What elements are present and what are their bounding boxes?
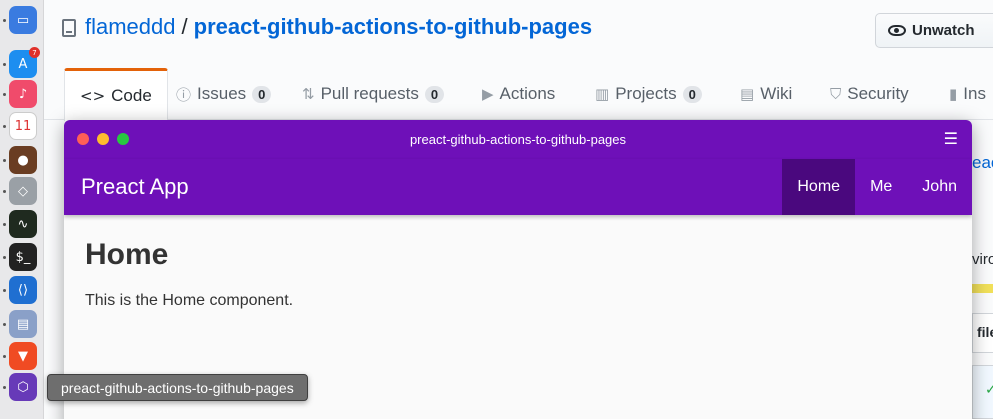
files-button-fragment[interactable]: file [972,313,993,353]
running-indicator [3,190,6,193]
tab-insights-label: Ins [963,84,986,103]
page-heading: Home [85,238,169,271]
app-nav: Home Me John [782,159,972,215]
tab-code[interactable]: <> Code [64,68,168,121]
issues-counter: 0 [252,85,272,103]
dock: ▭ A 7 ♪ 11 ● ◇ ∿ $_ ⟨⟩ ▤ ▼ ⬡ [0,0,44,419]
running-indicator [3,355,6,358]
nav-home-link[interactable]: Home [782,159,856,215]
sidebar-link-fragment[interactable]: eac [972,153,993,173]
code-icon: <> [80,87,106,105]
running-indicator [3,159,6,162]
running-indicator [3,386,6,389]
nav-john-link[interactable]: John [907,159,972,215]
repo-tabs: <> Code ⓘ Issues 0 ⇅ Pull requests 0 ▶ A… [44,68,993,121]
play-icon: ▶ [482,85,494,103]
pull-request-icon: ⇅ [302,85,315,103]
tab-actions-label: Actions [499,84,556,103]
running-indicator [3,93,6,96]
tab-insights[interactable]: ▮ Ins [949,68,986,120]
tab-code-label: Code [111,86,152,105]
unwatch-button[interactable]: Unwatch [875,13,993,48]
dock-music-icon[interactable]: ♪ [9,80,37,108]
repo-icon [62,19,76,37]
dock-activity-monitor-icon[interactable]: ∿ [9,210,37,238]
graph-icon: ▮ [949,85,958,103]
hamburger-menu-icon[interactable]: ☰ [944,129,958,148]
app-content: Home This is the Home component. [85,238,952,310]
dock-preview-icon[interactable]: ▤ [9,310,37,338]
notification-badge: 7 [29,47,40,58]
running-indicator [3,125,6,128]
running-indicator [3,323,6,326]
dock-postico-icon[interactable]: ● [9,146,37,174]
tab-security-label: Security [847,84,909,103]
nav-me-link[interactable]: Me [855,159,907,215]
tab-pull-requests[interactable]: ⇅ Pull requests 0 [302,68,445,120]
tab-projects[interactable]: ▥ Projects 0 [595,68,702,120]
screen: ▭ A 7 ♪ 11 ● ◇ ∿ $_ ⟨⟩ ▤ ▼ ⬡ flameddd / preact-github-… [0,0,993,419]
issue-icon: ⓘ [176,85,192,104]
tab-actions[interactable]: ▶ Actions [482,68,555,120]
page-body-text: This is the Home component. [85,292,294,309]
dock-calendar-icon[interactable]: 11 [9,112,37,140]
running-indicator [3,289,6,292]
projects-counter: 0 [682,85,702,103]
dock-terminal-icon[interactable]: $_ [9,243,37,271]
repo-owner-link[interactable]: flameddd [85,14,176,39]
repo-separator: / [181,14,188,39]
dock-preact-app-icon[interactable]: ⬡ [9,373,37,401]
running-indicator [3,19,6,22]
eye-icon [888,25,906,36]
repo-name-link[interactable]: preact-github-actions-to-github-pages [194,14,592,39]
dock-app-store-icon[interactable]: A7 [9,47,40,78]
app-brand: Preact App [81,174,189,199]
language-bar [972,284,993,293]
running-indicator [3,223,6,226]
tab-projects-label: Projects [615,84,677,103]
running-indicator [3,63,6,66]
dock-keynote-icon[interactable]: ▭ [9,6,37,34]
tab-pull-requests-label: Pull requests [320,84,419,103]
project-icon: ▥ [595,85,610,103]
unwatch-label: Unwatch [912,22,975,39]
check-icon: ✓ [972,365,993,419]
repo-header: flameddd / preact-github-actions-to-github… [44,0,993,68]
app-header: Preact App Home Me John [64,159,972,215]
window-titlebar[interactable]: preact-github-actions-to-github-pages ☰ [64,120,972,159]
dock-brave-icon[interactable]: ▼ [9,342,37,370]
environment-text-fragment: viro [972,251,993,268]
tab-security[interactable]: ⛉ Security [830,68,909,120]
running-indicator [3,256,6,259]
tab-issues[interactable]: ⓘ Issues 0 [176,68,272,120]
book-icon: ▤ [740,85,755,103]
pull-requests-counter: 0 [424,85,445,103]
tab-wiki[interactable]: ▤ Wiki [740,68,792,120]
dock-xcode-like-icon[interactable]: ◇ [9,177,37,205]
tab-wiki-label: Wiki [760,84,793,103]
dock-tooltip: preact-github-actions-to-github-pages [47,374,308,401]
tab-issues-label: Issues [197,84,247,103]
dock-vscode-icon[interactable]: ⟨⟩ [9,276,37,304]
window-title: preact-github-actions-to-github-pages [409,132,627,147]
shield-icon: ⛉ [830,85,842,103]
repo-title: flameddd / preact-github-actions-to-github… [85,14,592,40]
